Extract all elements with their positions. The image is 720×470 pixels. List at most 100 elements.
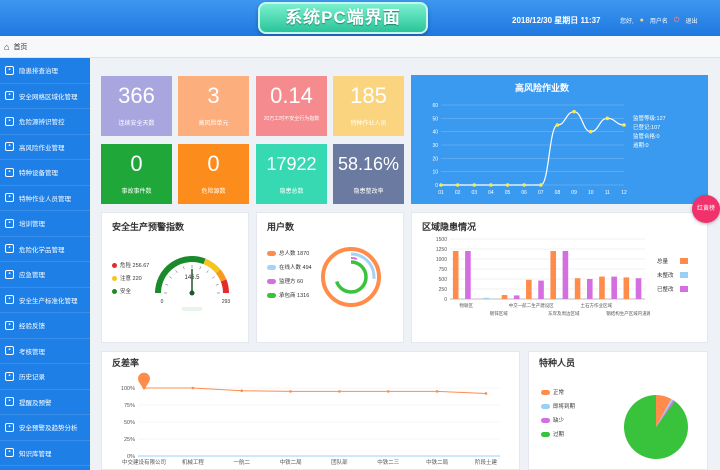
stat-label: 20万工时不安全行为指数 [263, 116, 320, 122]
profile-link[interactable]: 用户名 [650, 16, 668, 25]
hazard-legend-item: 已整改 [657, 285, 688, 293]
x-tick-label: 钢结构生产区域内道路 [606, 310, 650, 317]
sidebar-item-10[interactable]: ▪ 经验反馈 [0, 313, 90, 339]
x-tick-label: 中交一航二生产建设区 [509, 302, 554, 309]
gauge-band [220, 279, 229, 294]
legend-swatch [267, 250, 276, 256]
top-header: 系统PC端界面 2018/12/30 星期日 11:37 您好, ● 用户名 ⏻… [0, 0, 720, 36]
legend-label: 安全 [120, 289, 132, 295]
legend-swatch [541, 403, 550, 409]
x-tick-label: 阶段土建 [475, 458, 498, 466]
legend-swatch [680, 286, 688, 292]
x-tick-label: 01 [438, 190, 444, 196]
stat-tile-6[interactable]: 17922 隐患总数 [256, 144, 327, 204]
bar [550, 251, 557, 299]
sidebar-item-12[interactable]: ▪ 历史记录 [0, 364, 90, 390]
gauge-max-label: 293 [222, 299, 231, 305]
data-point [386, 390, 390, 393]
sidebar-item-2[interactable]: ▪ 危险源辨识管控 [0, 109, 90, 135]
y-tick-label: 20 [432, 156, 438, 162]
hazard-legend-item: 未整改 [657, 271, 688, 279]
stat-label: 事故事件数 [121, 189, 152, 195]
legend-swatch [267, 292, 276, 298]
stat-label: 特种作业人员 [350, 121, 387, 127]
logout-icon[interactable]: ⏻ [674, 17, 680, 25]
safety-legend-item: 危险 256.67 [112, 261, 149, 269]
special-personnel-panel: 特种人员 正常 即将到期 缺少 过期 [528, 351, 708, 470]
sidebar-item-4[interactable]: ▪ 特种设备管理 [0, 160, 90, 186]
book-icon: ▪ [5, 218, 14, 228]
feedback-panel: 反差率 0% 25% 50% 75% 100% 中交建设有限公司 机械工程 一航二 中铁二局 团队… [101, 351, 520, 470]
legend-label: 过期 [553, 432, 565, 438]
sidebar-item-label: 隐患排查治理 [19, 68, 58, 76]
hazard-area-panel: 区域隐患情况 0 250 500 750 1000 1250 1500 物联区 镀锌区域 中交一航… [411, 212, 708, 343]
x-tick-label: 土石方作业区域 [581, 302, 613, 309]
breadcrumb: ⌂ 首页 [0, 36, 720, 58]
sidebar-item-label: 安全预警及趋势分析 [19, 425, 78, 433]
sidebar-item-14[interactable]: ▪ 安全预警及趋势分析 [0, 415, 90, 441]
stat-tile-4[interactable]: 0 事故事件数 [101, 144, 172, 204]
data-point [555, 123, 560, 127]
legend-swatch [267, 278, 276, 284]
history-icon: ▪ [5, 371, 14, 381]
stat-tile-0[interactable]: 366 连续安全天数 [101, 76, 172, 136]
safety-index-panel: 安全生产预警指数 危险 256.67 注意 220 安全 146.5 0 293 [101, 212, 249, 343]
home-icon[interactable]: ⌂ [4, 42, 9, 52]
x-tick-label: 04 [488, 190, 494, 196]
bar [574, 278, 581, 299]
legend-label: 总量 [657, 259, 669, 265]
data-point [489, 183, 493, 187]
stat-value: 366 [118, 83, 155, 108]
stat-tile-3[interactable]: 185 特种作业人员 [333, 76, 404, 136]
gauge-tick [199, 266, 201, 270]
sidebar-item-0[interactable]: ▪ 隐患排查治理 [0, 58, 90, 84]
red-yellow-list-button[interactable]: 红黄榜 [692, 195, 720, 223]
users-panel: 用户数 总人数 1870 在线人数 494 监理方 60 承包商 1316 [256, 212, 404, 343]
logout-link[interactable]: 退出 [685, 16, 697, 25]
user-icon: ▪ [5, 193, 14, 203]
stat-tile-5[interactable]: 0 危险源数 [178, 144, 249, 204]
sidebar-item-1[interactable]: ▪ 安全网格区域化管理 [0, 84, 90, 109]
data-point [435, 390, 439, 393]
legend-label: 总人数 1870 [279, 251, 310, 257]
stat-tile-2[interactable]: 0.14 20万工时不安全行为指数 [256, 76, 327, 136]
legend-label: 缺少 [553, 418, 565, 424]
sidebar-item-label: 危险化学品管理 [19, 246, 65, 254]
sidebar-item-3[interactable]: ▪ 高风险作业管理 [0, 135, 90, 160]
y-tick-label: 25% [124, 437, 135, 443]
personnel-legend-item: 缺少 [541, 416, 564, 424]
legend-label: 未整改 [657, 273, 674, 279]
marker-pin [138, 372, 150, 390]
legend-label: 正常 [553, 390, 565, 396]
sidebar-item-label: 经验反馈 [19, 323, 45, 331]
sidebar-item-15[interactable]: ▪ 知识库管理 [0, 441, 90, 466]
sidebar-item-7[interactable]: ▪ 危险化学品管理 [0, 237, 90, 262]
hazard-bar-chart: 0 250 500 750 1000 1250 1500 物联区镀锌区域中交一航二生产建设区东… [436, 237, 650, 317]
data-point [572, 109, 576, 114]
legend-label: 监理方 60 [279, 279, 304, 285]
gauge-hub [189, 290, 195, 296]
user-icon: ● [639, 17, 644, 24]
y-tick-label: 60 [432, 103, 438, 109]
sidebar-item-5[interactable]: ▪ 特种作业人员管理 [0, 186, 90, 211]
stat-value: 17922 [266, 154, 317, 174]
sidebar-item-6[interactable]: ▪ 培训管理 [0, 211, 90, 237]
bar [501, 295, 508, 299]
sidebar-item-label: 培训管理 [19, 221, 45, 229]
bar [513, 295, 520, 299]
sidebar-item-13[interactable]: ▪ 提醒及预警 [0, 390, 90, 415]
x-tick-label: 02 [455, 190, 461, 196]
safety-legend-item: 注意 220 [112, 274, 142, 282]
sidebar-item-11[interactable]: ▪ 考核管理 [0, 339, 90, 364]
sidebar-item-label: 安全网格区域化管理 [19, 93, 78, 101]
x-tick-label: 中交建设有限公司 [122, 458, 166, 466]
users-legend-item: 承包商 1316 [267, 291, 309, 299]
y-tick-label: 10 [432, 170, 438, 176]
sidebar-item-8[interactable]: ▪ 应急管理 [0, 262, 90, 288]
personnel-legend-item: 过期 [541, 430, 564, 438]
sidebar-item-label: 知识库管理 [19, 450, 52, 458]
breadcrumb-home[interactable]: 首页 [13, 42, 27, 52]
sidebar-item-9[interactable]: ▪ 安全生产标准化管理 [0, 288, 90, 313]
stat-tile-7[interactable]: 58.16% 隐患整改率 [333, 144, 404, 204]
stat-tile-1[interactable]: 3 高风险单元 [178, 76, 249, 136]
